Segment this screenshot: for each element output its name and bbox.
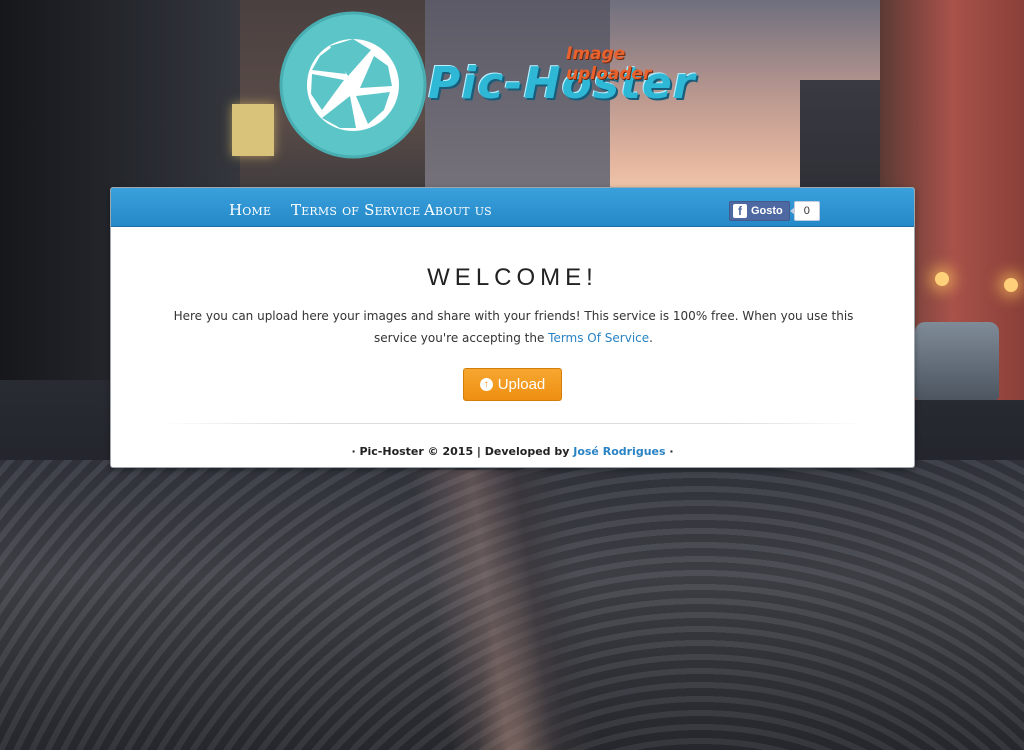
upload-button[interactable]: ↑ Upload: [463, 368, 562, 401]
nav-about-us[interactable]: About us: [424, 188, 492, 227]
footer-prefix: · Pic-Hoster © 2015 | Developed by: [351, 445, 574, 458]
site-logo[interactable]: Pic-Hoster Image uploader: [278, 10, 708, 159]
background-car: [915, 322, 999, 400]
upload-button-label: Upload: [497, 376, 546, 393]
background-window: [232, 104, 274, 156]
upload-icon: ↑: [479, 378, 493, 391]
facebook-icon: f: [733, 204, 747, 218]
facebook-like-widget: f Gosto 0: [729, 201, 820, 221]
author-link[interactable]: José Rodrigues: [573, 445, 665, 458]
nav-home[interactable]: Home: [229, 188, 271, 227]
intro-body: Here you can upload here your images and…: [173, 309, 854, 345]
page-title: WELCOME!: [427, 264, 598, 291]
facebook-like-button[interactable]: f Gosto: [729, 201, 790, 221]
logo-subtitle: Image uploader: [566, 44, 652, 84]
main-panel: Home Terms of Service About us f Gosto 0…: [110, 187, 915, 468]
footer: · Pic-Hoster © 2015 | Developed by José …: [111, 445, 914, 458]
navbar: Home Terms of Service About us f Gosto 0: [111, 188, 914, 227]
nav-terms-of-service[interactable]: Terms of Service: [291, 188, 420, 227]
background-lamp: [935, 272, 949, 286]
intro-end: .: [649, 331, 653, 345]
background-lamp: [1004, 278, 1018, 292]
facebook-like-count: 0: [789, 201, 820, 221]
intro-text: Here you can upload here your images and…: [151, 305, 876, 349]
divider: [161, 423, 866, 424]
facebook-like-label: Gosto: [751, 205, 783, 217]
terms-of-service-link[interactable]: Terms Of Service: [548, 331, 649, 345]
footer-suffix: ·: [665, 445, 674, 458]
camera-aperture-icon: [279, 11, 427, 159]
